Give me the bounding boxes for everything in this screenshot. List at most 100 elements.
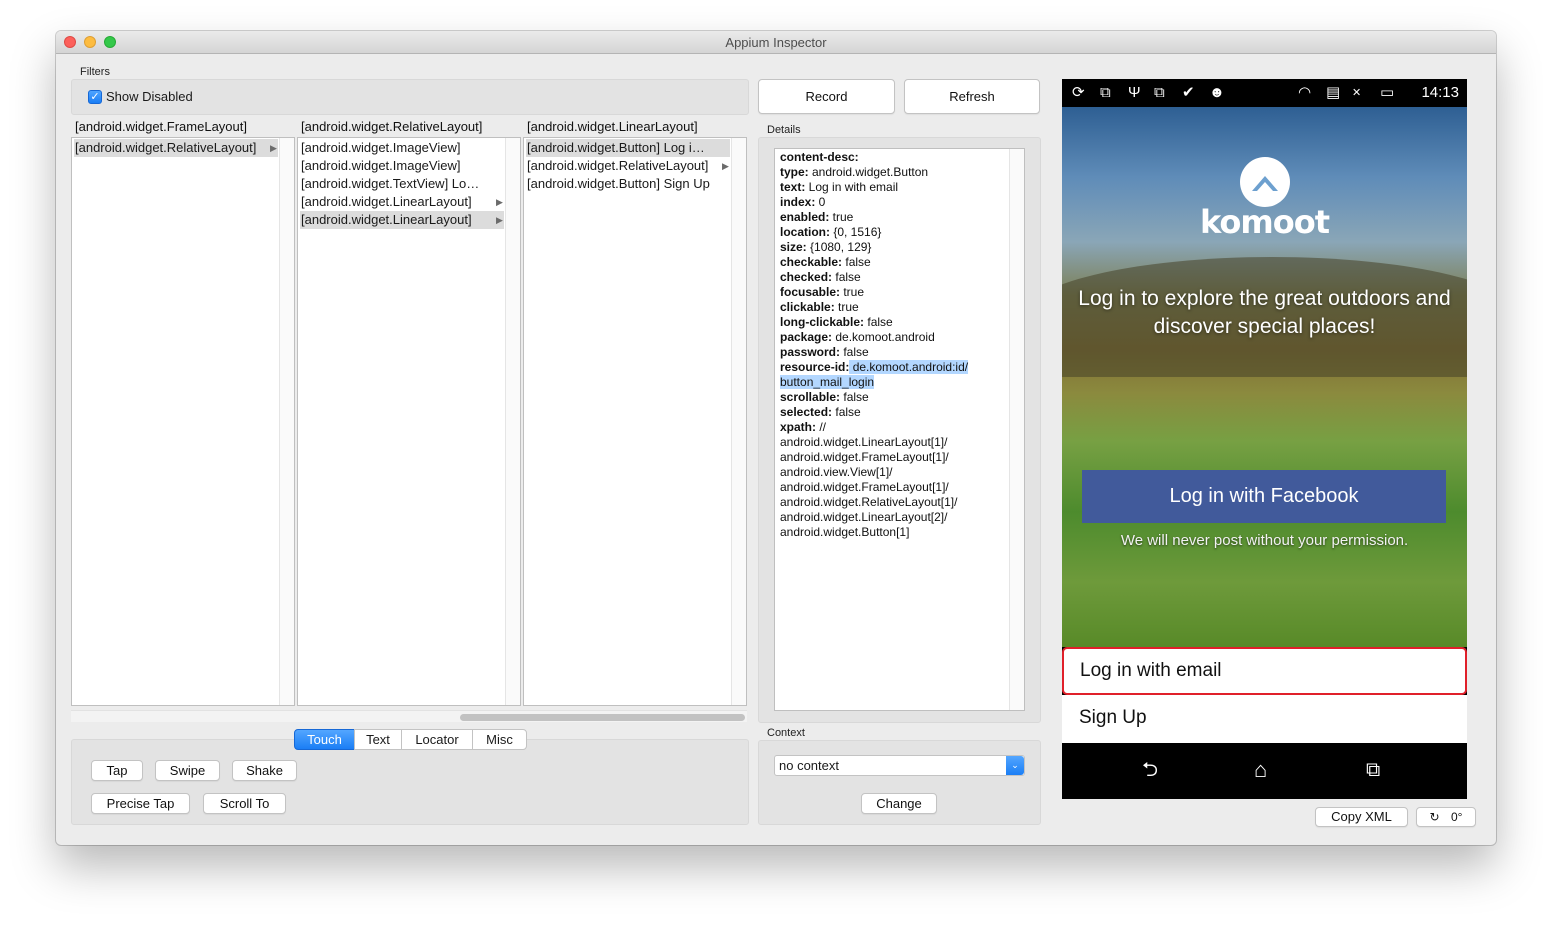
tree-row-label: [android.widget.ImageView]: [301, 140, 461, 155]
detail-value: true: [829, 210, 854, 224]
detail-line: android.widget.LinearLayout[1]/: [780, 435, 1006, 450]
detail-key: enabled:: [780, 210, 830, 224]
record-button[interactable]: Record: [758, 79, 895, 114]
copy-xml-button[interactable]: Copy XML: [1315, 807, 1408, 827]
detail-line: android.widget.LinearLayout[2]/: [780, 510, 1006, 525]
detail-line: android.widget.Button[1]: [780, 525, 1006, 540]
tree-row[interactable]: [android.widget.RelativeLayout]: [74, 139, 278, 157]
tree-row[interactable]: [android.widget.Button] Log i…: [526, 139, 730, 157]
rotation-stepper[interactable]: ↻ 0°: [1416, 807, 1476, 827]
detail-key: checkable:: [780, 255, 843, 269]
usb-icon: Ψ: [1128, 84, 1141, 101]
back-icon[interactable]: ⮌: [1142, 760, 1158, 780]
tree-row[interactable]: [android.widget.ImageView]: [300, 157, 504, 175]
filters-panel: ✓ Show Disabled: [71, 79, 749, 115]
tree-row[interactable]: [android.widget.LinearLayout]: [300, 211, 504, 229]
detail-line: checkable: false: [780, 255, 1006, 270]
home-icon[interactable]: ⌂: [1254, 759, 1267, 781]
mountain-icon: [1252, 176, 1278, 191]
chevron-down-icon: ⌄: [1006, 756, 1024, 775]
detail-key: long-clickable:: [780, 315, 865, 329]
detail-key: selected:: [780, 405, 833, 419]
show-disabled-checkbox[interactable]: ✓: [88, 90, 102, 104]
refresh-button[interactable]: Refresh: [904, 79, 1040, 114]
detail-value: true: [834, 300, 859, 314]
sign-up-button[interactable]: Sign Up: [1062, 695, 1467, 743]
change-context-button[interactable]: Change: [861, 793, 937, 814]
tree-row-label: [android.widget.RelativeLayout]: [527, 158, 709, 173]
tree-column-1[interactable]: [android.widget.RelativeLayout] ▶: [71, 137, 295, 706]
code-icon: ⧉: [1154, 84, 1165, 101]
detail-line: password: false: [780, 345, 1006, 360]
tree-row-label: [android.widget.ImageView]: [301, 158, 461, 173]
precise-tap-button[interactable]: Precise Tap: [91, 793, 190, 814]
battery-icon: ▭: [1380, 84, 1395, 101]
expand-arrow-icon: ▶: [496, 197, 503, 207]
detail-value: false: [832, 270, 861, 284]
details-label: Details: [767, 124, 801, 136]
detail-value: 0: [815, 195, 826, 209]
recents-icon[interactable]: ⧉: [1366, 760, 1380, 780]
detail-value: Log in with email: [805, 180, 899, 194]
detail-line: selected: false: [780, 405, 1006, 420]
tree-row[interactable]: [android.widget.ImageView]: [300, 139, 504, 157]
detail-value: android.widget.RelativeLayout[1]/: [780, 495, 958, 509]
tree-row[interactable]: [android.widget.TextView] Lo…: [300, 175, 504, 193]
detail-key: checked:: [780, 270, 833, 284]
column-1-scrollbar[interactable]: [279, 138, 294, 705]
detail-value: android.widget.FrameLayout[1]/: [780, 450, 949, 464]
tree-column-2[interactable]: [android.widget.ImageView] [android.widg…: [297, 137, 521, 706]
tree-row-label: [android.widget.RelativeLayout]: [75, 140, 257, 155]
tagline-text: Log in to explore the great outdoors and…: [1078, 287, 1451, 338]
tree-column-3[interactable]: [android.widget.Button] Log i… [android.…: [523, 137, 747, 706]
tree-row-label: [android.widget.LinearLayout]: [301, 194, 472, 209]
detail-line: button_mail_login: [780, 375, 1006, 390]
device-screen[interactable]: ⟳ ⧉ Ψ ⧉ ✔ ☻ ◠ ▤ ✕ ▭ 14:13 komoot Log in …: [1062, 79, 1467, 799]
column-header-2: [android.widget.RelativeLayout]: [301, 119, 483, 134]
title-bar: Appium Inspector: [56, 31, 1496, 54]
sim-icon: ▤: [1326, 84, 1341, 101]
tree-row[interactable]: [android.widget.RelativeLayout]: [526, 157, 722, 175]
detail-line: android.widget.RelativeLayout[1]/: [780, 495, 1006, 510]
detail-value: android.widget.LinearLayout[1]/: [780, 435, 948, 449]
detail-key: index:: [780, 195, 816, 209]
scrollbar-thumb[interactable]: [460, 714, 745, 721]
detail-line: android.widget.FrameLayout[1]/: [780, 450, 1006, 465]
column-header-3: [android.widget.LinearLayout]: [527, 119, 698, 134]
tab-misc[interactable]: Misc: [472, 729, 527, 750]
filters-label: Filters: [80, 66, 110, 78]
detail-key: xpath:: [780, 420, 816, 434]
email-login-button[interactable]: Log in with email: [1062, 647, 1467, 695]
detail-value: false: [864, 315, 893, 329]
expand-arrow-icon: ▶: [722, 161, 729, 171]
detail-line: type: android.widget.Button: [780, 165, 1006, 180]
detail-value: true: [840, 285, 865, 299]
column-2-scrollbar[interactable]: [505, 138, 520, 705]
scroll-to-button[interactable]: Scroll To: [203, 793, 286, 814]
detail-value: false: [832, 405, 861, 419]
detail-key: scrollable:: [780, 390, 841, 404]
inspector-window: Appium Inspector Filters ✓ Show Disabled…: [56, 31, 1496, 845]
details-scrollbar[interactable]: [1009, 149, 1024, 710]
detail-value: false: [840, 345, 869, 359]
tree-horizontal-scrollbar[interactable]: [71, 710, 747, 722]
detail-value: {0, 1516}: [830, 225, 882, 239]
detail-value: de.komoot.android: [832, 330, 935, 344]
detail-line: checked: false: [780, 270, 1006, 285]
detail-line: clickable: true: [780, 300, 1006, 315]
rotate-icon: ↻: [1429, 810, 1440, 824]
swipe-button[interactable]: Swipe: [155, 760, 220, 781]
facebook-login-button[interactable]: Log in with Facebook: [1082, 470, 1446, 523]
detail-value: false: [842, 255, 871, 269]
detail-line: location: {0, 1516}: [780, 225, 1006, 240]
tap-button[interactable]: Tap: [91, 760, 143, 781]
context-select[interactable]: no context ⌄: [774, 755, 1025, 776]
shake-button[interactable]: Shake: [232, 760, 297, 781]
tab-locator[interactable]: Locator: [401, 729, 473, 750]
tab-text[interactable]: Text: [354, 729, 402, 750]
tab-touch[interactable]: Touch: [294, 729, 355, 750]
tree-row[interactable]: [android.widget.LinearLayout]: [300, 193, 504, 211]
tree-row[interactable]: [android.widget.Button] Sign Up: [526, 175, 730, 193]
column-3-scrollbar[interactable]: [731, 138, 746, 705]
details-text-area[interactable]: content-desc: type: android.widget.Button…: [774, 148, 1025, 711]
